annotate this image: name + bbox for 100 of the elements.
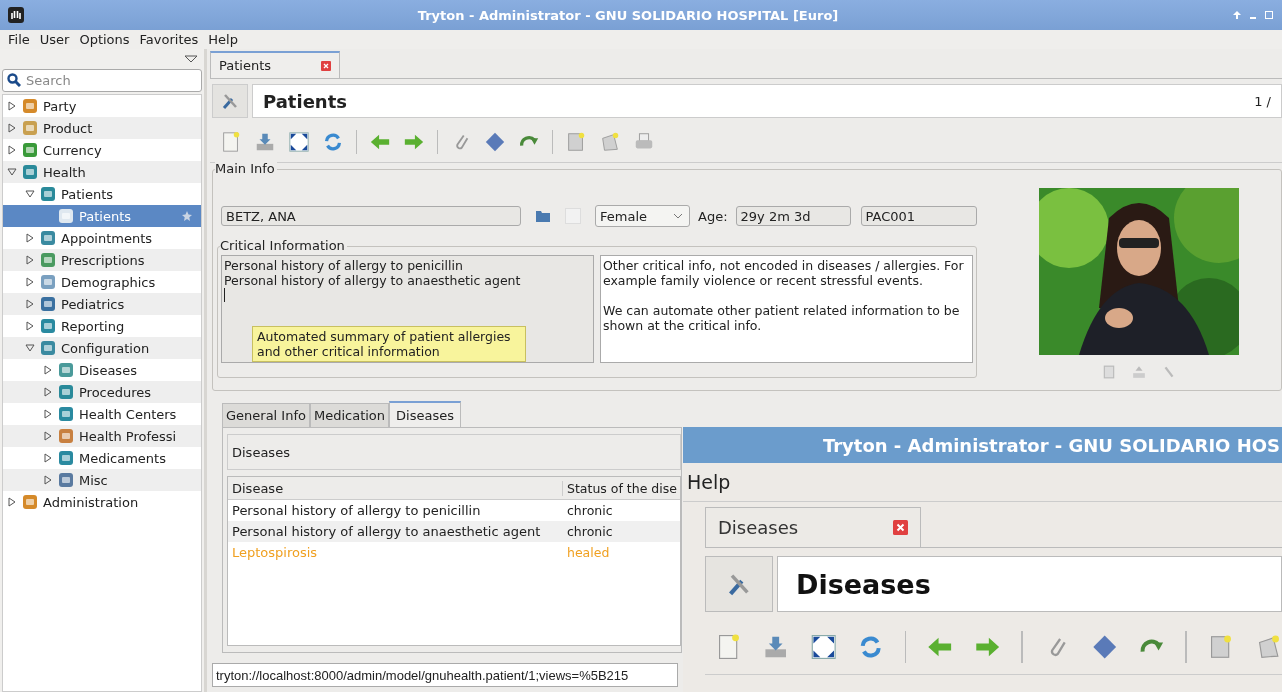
tree-item[interactable]: Health Centers: [3, 403, 201, 425]
patient-id-field[interactable]: PAC001: [860, 206, 977, 226]
expander-icon[interactable]: [25, 321, 35, 331]
tree-item[interactable]: Demographics: [3, 271, 201, 293]
expander-icon[interactable]: [43, 453, 53, 463]
expander-icon[interactable]: [25, 189, 35, 199]
close-icon[interactable]: [321, 60, 331, 71]
expander-icon[interactable]: [7, 497, 17, 507]
expander-icon[interactable]: [7, 123, 17, 133]
menu-item[interactable]: Favorites: [139, 32, 199, 47]
column-header[interactable]: Disease: [228, 480, 563, 496]
tab[interactable]: Medication: [309, 403, 390, 427]
actions-button[interactable]: [705, 556, 773, 612]
name-field[interactable]: BETZ, ANA: [221, 206, 521, 226]
url-field[interactable]: tryton://localhost:8000/admin/model/gnuhealth.patient/1;views=%5B215: [212, 663, 678, 687]
menu-item[interactable]: Help: [687, 471, 731, 493]
window-title: Tryton - Administrator - GNU SOLIDARIO HOSPITAL [Euro]: [416, 7, 840, 23]
tree-label: Pediatrics: [61, 296, 125, 312]
new-icon[interactable]: [220, 131, 242, 153]
expander-icon[interactable]: [25, 277, 35, 287]
group-label: Main Info: [215, 161, 277, 176]
menu-item[interactable]: Options: [79, 32, 130, 47]
menu-item[interactable]: File: [8, 32, 30, 47]
tree-label: Patients: [61, 186, 114, 202]
form-title: Patients: [263, 90, 347, 112]
tree-label: Reporting: [61, 318, 125, 334]
notes-text-area[interactable]: Other critical info, not encoded in diseases / allergies. For example family violence or recent stressful events. We can automate other patient related information to be shown at the critical info.: [600, 255, 973, 363]
menu-icon: [57, 449, 75, 467]
menu-icon: [21, 163, 39, 181]
tree-item[interactable]: Patients: [3, 183, 201, 205]
actions-button[interactable]: [212, 84, 248, 118]
dropdown-icon[interactable]: [184, 55, 198, 63]
tree-item[interactable]: Prescriptions: [3, 249, 201, 271]
maximize-icon[interactable]: [1264, 10, 1274, 20]
tab[interactable]: General Info: [222, 403, 310, 427]
tooltip: Automated summary of patient allergies and other critical information: [252, 326, 526, 362]
menu-icon: [39, 339, 57, 357]
expander-icon[interactable]: [7, 167, 17, 177]
tab[interactable]: Diseases: [389, 401, 461, 427]
expander-icon[interactable]: [43, 431, 53, 441]
table-cell-text: Personal history of allergy to anaesthetic agent: [231, 524, 542, 539]
menu-item[interactable]: User: [39, 32, 70, 47]
menu-item[interactable]: Help: [208, 32, 238, 47]
menu-icon: [57, 207, 75, 225]
tree-item[interactable]: Pediatrics: [3, 293, 201, 315]
expander-icon[interactable]: [25, 233, 35, 243]
fit-icon[interactable]: [288, 131, 310, 153]
diamond-icon[interactable]: [484, 131, 506, 153]
tree-item[interactable]: Patients: [3, 205, 201, 227]
menu-icon: [39, 251, 57, 269]
keep-above-icon[interactable]: [1232, 10, 1242, 20]
tree-label: Health Centers: [79, 406, 177, 422]
tree-label: Medicaments: [79, 450, 166, 466]
age-field[interactable]: 29y 2m 3d: [735, 206, 851, 226]
tab[interactable]: Diseases: [705, 507, 921, 547]
tree-item[interactable]: Medicaments: [3, 447, 201, 469]
close-icon[interactable]: [893, 520, 908, 535]
summary-text-area[interactable]: Personal history of allergy to penicillin Personal history of allergy to anaesthetic agent Automated summary of patient allergies and other critical information: [221, 255, 594, 363]
table-cell-text: Personal history of allergy to penicillin: [231, 503, 482, 518]
tree-item[interactable]: Misc: [3, 469, 201, 491]
window-title: Tryton - Administrator - GNU SOLIDARIO HOS: [822, 434, 1280, 456]
expander-icon[interactable]: [43, 475, 53, 485]
expander-icon[interactable]: [43, 365, 53, 375]
folder-icon[interactable]: [535, 209, 551, 223]
expander-icon[interactable]: [25, 255, 35, 265]
tree-item[interactable]: Currency: [3, 139, 201, 161]
tree-item[interactable]: Health Professi: [3, 425, 201, 447]
tree-item[interactable]: Product: [3, 117, 201, 139]
expander-icon[interactable]: [25, 299, 35, 309]
expander-icon[interactable]: [7, 101, 17, 111]
column-header[interactable]: Status of the dise: [563, 480, 677, 496]
tab[interactable]: Patients: [210, 51, 340, 78]
tree-item[interactable]: Administration: [3, 491, 201, 513]
tree-item[interactable]: Appointments: [3, 227, 201, 249]
note2-icon[interactable]: [599, 131, 621, 153]
tree-item[interactable]: Party: [3, 95, 201, 117]
menu-icon: [21, 97, 39, 115]
reload-icon[interactable]: [322, 131, 344, 153]
menu-icon: [39, 295, 57, 313]
expander-icon[interactable]: [25, 343, 35, 353]
star-icon[interactable]: [181, 210, 193, 222]
tree-item[interactable]: Health: [3, 161, 201, 183]
save-icon[interactable]: [254, 131, 276, 153]
table-cell-text: chronic: [566, 524, 613, 539]
tree-item[interactable]: Reporting: [3, 315, 201, 337]
fit-icon[interactable]: [809, 632, 838, 662]
expander-icon[interactable]: [43, 387, 53, 397]
menu-icon: [21, 119, 39, 137]
expander-icon[interactable]: [7, 145, 17, 155]
tree-item[interactable]: Diseases: [3, 359, 201, 381]
tree-item[interactable]: Procedures: [3, 381, 201, 403]
note-icon[interactable]: [565, 131, 587, 153]
tree-label: Patients: [79, 208, 132, 224]
menu-icon: [39, 273, 57, 291]
tree-label: Currency: [43, 142, 102, 158]
tree-item[interactable]: Configuration: [3, 337, 201, 359]
gender-select[interactable]: Female: [595, 205, 690, 227]
search-field[interactable]: Search: [2, 69, 202, 92]
tree-label: Diseases: [79, 362, 137, 378]
expander-icon[interactable]: [43, 409, 53, 419]
